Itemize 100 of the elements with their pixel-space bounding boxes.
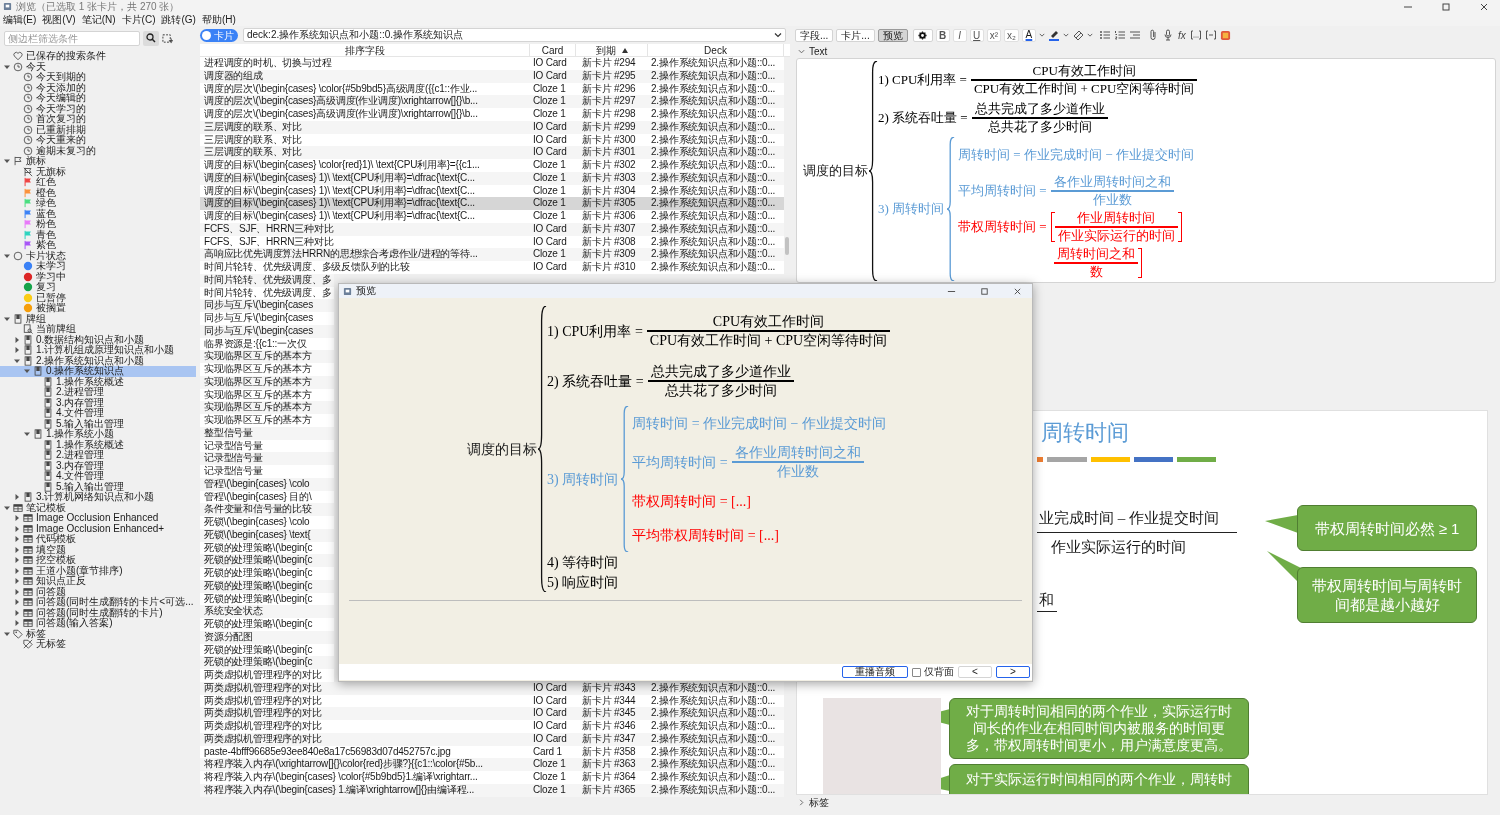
highlighter-icon[interactable] [1047,29,1060,41]
menu-item[interactable]: 视图(V) [42,13,76,26]
caret-icon[interactable] [13,346,21,355]
table-row[interactable]: 调度的目标\(\begin{cases} 1)\ \text{CPU利用率}=\dfrac{\text{C... Cloze 1 新卡片 #305 2.操作系统知识点和小题::0... [200,197,784,210]
table-row[interactable]: 死锁的处理策略\(\begin{c [200,567,334,580]
field-header[interactable]: Text [792,44,1500,58]
tags-toggle[interactable]: 标签 [792,795,1500,810]
table-row[interactable]: 进程调度的时机、切换与过程 IO Card 新卡片 #294 2.操作系统知识点和小题::0... [200,57,784,70]
sidebar-item[interactable]: 代码模板 [0,534,196,545]
sidebar-item[interactable]: 无标签 [0,639,196,650]
caret-icon[interactable] [13,619,21,628]
sidebar-item[interactable]: 5.输入输出管理 [0,481,196,492]
sidebar-item[interactable]: 挖空模板 [0,555,196,566]
search-field[interactable]: deck:2.操作系统知识点和小题::0.操作系统知识点 [243,28,786,42]
sidebar-item[interactable]: 1.操作系统小题 [0,429,196,440]
sidebar-item[interactable]: 旗标 [0,156,196,167]
image-editor-icon[interactable] [1219,29,1231,41]
table-row[interactable]: 调度的目标\(\begin{cases} 1)\ \text{CPU利用率}=\dfrac{\text{C... Cloze 1 新卡片 #306 2.操作系统知识点和小题::0... [200,210,784,223]
caret-icon[interactable] [13,493,21,502]
table-row[interactable]: 两类虚拟机管理程序的对比 IO Card 新卡片 #346 2.操作系统知识点和小题::0... [200,720,784,733]
sidebar-item[interactable]: 已重新排期 [0,124,196,135]
table-row[interactable]: 将程序装入内存\(\xrightarrow[]{}\color{red}步骤?}{{c1::\color{#5b... Cloze 1 新卡片 #363 2.操作系统知识点和小题::0... [200,758,784,771]
bulleted-list-icon[interactable] [1098,29,1111,41]
menu-item[interactable]: 编辑(E) [3,13,37,26]
table-row[interactable]: 死锁的处理策略\(\begin{c [200,618,334,631]
nav-button[interactable]: < [958,666,992,678]
sidebar-item[interactable]: 已保存的搜索条件 [0,51,196,62]
format-button[interactable]: I [952,28,967,42]
dropdown-caret-icon[interactable] [1038,32,1045,38]
sidebar-item[interactable]: 青色 [0,229,196,240]
nav-button[interactable]: > [996,666,1030,678]
caret-icon[interactable] [13,524,21,533]
column-header[interactable]: Deck [648,44,784,56]
sidebar-item[interactable]: 牌组 [0,313,196,324]
sidebar-item[interactable]: 3.内存管理 [0,397,196,408]
table-row[interactable]: 条件变量和信号量的比较 [200,503,334,516]
caret-icon[interactable] [13,587,21,596]
sidebar-item[interactable]: 逾期未复习的 [0,145,196,156]
close-icon[interactable] [1013,286,1022,296]
sidebar-item[interactable]: 0.数据结构知识点和小题 [0,334,196,345]
sidebar-item[interactable]: 紫色 [0,240,196,251]
settings-button[interactable] [912,28,933,42]
column-header[interactable]: Card [530,44,576,56]
table-row[interactable]: 实现临界区互斥的基本方 [200,414,334,427]
sidebar-item[interactable]: 1.计算机组成原理知识点和小题 [0,345,196,356]
sidebar-item[interactable]: 当前牌组 [0,324,196,335]
sidebar-item[interactable]: 王道小题(章节排序) [0,565,196,576]
format-button[interactable]: U [969,28,984,42]
caret-icon[interactable] [13,608,21,617]
caret-icon[interactable] [13,535,21,544]
sidebar-item[interactable]: 1.操作系统概述 [0,376,196,387]
sidebar-item[interactable]: 4.文件管理 [0,408,196,419]
table-row[interactable]: 死锁的处理策略\(\begin{c [200,656,334,669]
sidebar-item[interactable]: 被搁置 [0,303,196,314]
sidebar-item[interactable]: 今天编辑的 [0,93,196,104]
replay-audio-button[interactable]: 重播音频 [842,666,908,678]
cloze-dash-icon[interactable] [1204,29,1217,41]
sidebar-item[interactable]: 0.操作系统知识点 [0,366,196,377]
sidebar-item[interactable]: 问答题(输入答案) [0,618,196,629]
sidebar-item[interactable]: 今天学习的 [0,103,196,114]
table-row[interactable]: 实现临界区互斥的基本方 [200,350,334,363]
menu-item[interactable]: 笔记(N) [81,13,116,26]
dropdown-caret-icon[interactable] [1062,32,1069,38]
sidebar-item[interactable]: 未学习 [0,261,196,272]
sidebar-item[interactable]: 2.操作系统知识点和小题 [0,355,196,366]
sidebar-search-field[interactable]: 侧边栏筛选条件 [4,30,140,46]
function-button[interactable]: fx [1176,27,1187,43]
toolbar-button[interactable]: 预览 [877,28,908,42]
caret-icon[interactable] [13,566,21,575]
table-row[interactable]: 时间片轮转、优先级调度、多级反馈队列的比较 IO Card 新卡片 #310 2.操作系统知识点和小题::0... [200,261,784,274]
maximize-icon[interactable] [1441,1,1451,12]
table-row[interactable]: 实现临界区互斥的基本方 [200,401,334,414]
sidebar-item[interactable]: 红色 [0,177,196,188]
table-row[interactable]: 调度的目标\(\begin{cases} \color{red}1)\ \text{CPU利用率}={{c1... Cloze 1 新卡片 #302 2.操作系统知识点和小题::0... [200,159,784,172]
dropdown-caret-icon[interactable] [1086,32,1093,38]
sidebar-item[interactable]: 5.输入输出管理 [0,418,196,429]
menu-item[interactable]: 帮助(H) [201,13,236,26]
table-row[interactable]: 系统安全状态 [200,605,334,618]
table-row[interactable]: 三层调度的联系、对比 IO Card 新卡片 #301 2.操作系统知识点和小题::0... [200,146,784,159]
toolbar-button[interactable]: 字段... [795,28,834,42]
sidebar-item[interactable]: 粉色 [0,219,196,230]
table-row[interactable]: 同步与互斥\(\begin{cases [200,299,334,312]
column-header[interactable]: 排序字段 [200,44,530,56]
sidebar-item[interactable]: 1.操作系统概述 [0,439,196,450]
format-button[interactable]: B [935,28,950,42]
sidebar-item[interactable]: 4.文件管理 [0,471,196,482]
table-row[interactable]: 高响应比优先调度算法HRRN的思想综合考虑作业/进程的等待... Cloze 1 新卡片 #309 2.操作系统知识点和小题::0... [200,248,784,261]
table-row[interactable]: 两类虚拟机管理程序的对比 IO Card 新卡片 #345 2.操作系统知识点和小题::0... [200,707,784,720]
sidebar-item[interactable]: 填空题 [0,544,196,555]
format-button[interactable]: x² [986,28,1002,42]
dropdown-caret-icon[interactable] [774,31,782,39]
sidebar-item[interactable]: Image Occlusion Enhanced+ [0,523,196,534]
table-row[interactable]: 死锁\(\begin{cases} \colo [200,516,334,529]
column-header[interactable]: 到期 [576,44,648,56]
table-row[interactable]: 调度的层次\(\begin{cases}高级调度(作业调度)\xrightarrow[]{}\b... Cloze 1 新卡片 #298 2.操作系统知识点和小题::0... [200,108,784,121]
cloze-icon[interactable] [1189,29,1202,41]
sidebar-item[interactable]: 2.进程管理 [0,450,196,461]
sidebar-item[interactable]: 无旗标 [0,166,196,177]
format-button[interactable]: x₂ [1004,28,1019,42]
caret-icon[interactable] [13,545,21,554]
